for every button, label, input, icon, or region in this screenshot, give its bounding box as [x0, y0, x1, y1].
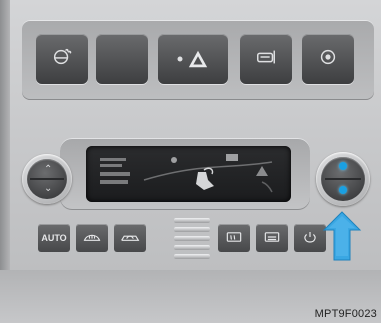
left-knob-down-mark: ⌄ [44, 183, 53, 194]
vent-slat [174, 254, 210, 259]
right-knob-divider [325, 178, 361, 180]
auto-button[interactable]: AUTO [38, 224, 70, 252]
center-vent-grille [174, 214, 210, 259]
recirculation-icon [120, 230, 140, 246]
hazard-button[interactable] [158, 34, 228, 84]
right-knob-down-indicator-icon [339, 186, 347, 194]
vent-slat [174, 227, 210, 232]
rear-defroster-icon [224, 230, 244, 246]
fan-mode-button[interactable] [256, 224, 288, 252]
steering-heater-button[interactable] [36, 34, 88, 84]
rear-defroster-button[interactable] [218, 224, 250, 252]
seat-heater-icon [255, 46, 277, 73]
auto-button-label: AUTO [41, 233, 67, 243]
seat-heater-button[interactable] [240, 34, 292, 84]
recirculation-button[interactable] [114, 224, 146, 252]
pointer-arrow-icon [322, 210, 362, 262]
power-icon [300, 230, 320, 246]
vent-slat [174, 236, 210, 241]
left-knob-up-mark: ⌃ [44, 164, 53, 175]
settings-button[interactable] [302, 34, 354, 84]
left-knob-divider [30, 178, 64, 180]
steering-wheel-heater-icon [51, 46, 73, 73]
settings-dial-icon [317, 46, 339, 73]
front-defroster-button[interactable] [76, 224, 108, 252]
fan-mode-icon [262, 230, 282, 246]
figure-code-caption: MPT9F0023 [314, 308, 377, 320]
right-knob-up-indicator-icon [339, 162, 347, 170]
vent-slat [174, 218, 210, 223]
climate-display-screen [86, 146, 291, 202]
panel-left-bevel [0, 0, 10, 300]
hazard-warning-icon [177, 48, 209, 70]
front-defroster-icon [82, 230, 102, 246]
blank-top-button[interactable] [96, 34, 148, 84]
vent-slat [174, 245, 210, 250]
